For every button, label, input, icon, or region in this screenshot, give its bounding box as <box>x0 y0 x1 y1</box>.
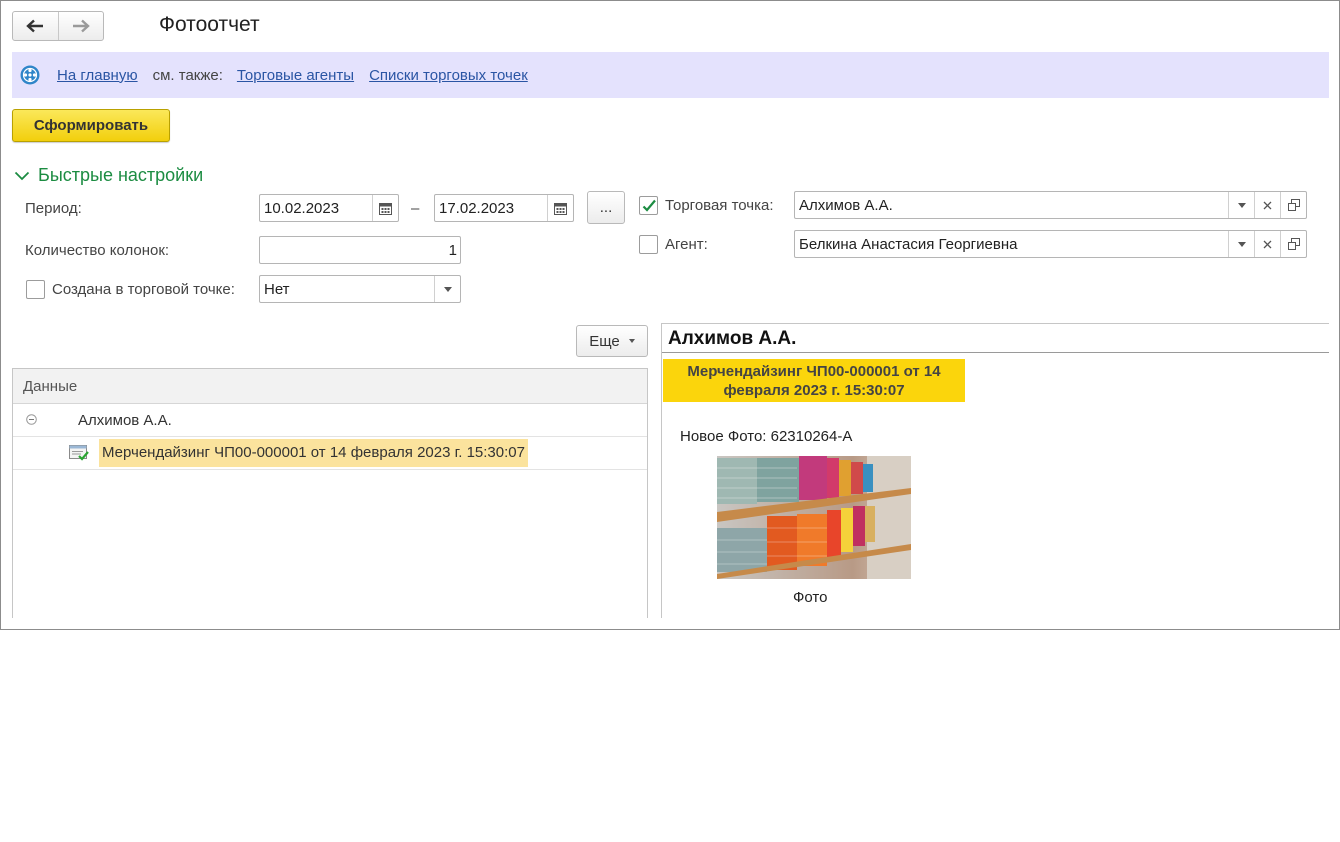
store-checkbox[interactable] <box>639 196 658 215</box>
period-to-value: 17.02.2023 <box>439 199 515 217</box>
document-posted-icon <box>69 445 89 461</box>
more-button-label: Еще <box>589 332 620 350</box>
close-icon <box>1263 240 1272 248</box>
created-in-store-dropdown-button[interactable] <box>434 276 460 302</box>
page-title: Фотоотчет <box>159 13 260 36</box>
report-document-header[interactable]: Мерчендайзинг ЧП00-000001 от 14 февраля … <box>663 359 965 402</box>
store-dropdown-button[interactable] <box>1228 192 1254 218</box>
quick-settings-title: Быстрые настройки <box>38 165 204 185</box>
store-label: Торговая точка: <box>665 197 774 214</box>
created-in-store-select[interactable]: Нет <box>259 275 461 303</box>
period-from-field[interactable]: 10.02.2023 <box>259 194 399 222</box>
report-divider <box>662 352 1329 353</box>
created-in-store-label: Создана в торговой точке: <box>52 281 235 298</box>
photo-caption: Фото <box>793 589 828 606</box>
dropdown-arrow-icon <box>1237 202 1246 208</box>
agent-label: Агент: <box>665 236 708 253</box>
calendar-icon <box>379 202 392 215</box>
agent-field[interactable]: Белкина Анастасия Георгиевна <box>794 230 1307 258</box>
back-button[interactable] <box>13 12 58 40</box>
open-window-icon <box>1287 238 1300 250</box>
store-field[interactable]: Алхимов А.А. <box>794 191 1307 219</box>
agent-dropdown-button[interactable] <box>1228 231 1254 257</box>
close-icon <box>1263 201 1272 209</box>
agent-checkbox[interactable] <box>639 235 658 254</box>
merchandising-photo[interactable] <box>717 456 911 579</box>
see-also-label: см. также: <box>152 66 223 84</box>
calendar-to-button[interactable] <box>547 195 573 221</box>
home-link[interactable]: На главную <box>57 67 138 84</box>
columns-value: 1 <box>448 241 457 259</box>
quick-settings-toggle[interactable]: Быстрые настройки <box>14 165 203 186</box>
dropdown-arrow-icon <box>443 286 452 292</box>
more-button[interactable]: Еще <box>576 325 648 357</box>
store-value: Алхимов А.А. <box>799 196 893 214</box>
arrow-right-icon <box>72 19 90 33</box>
app-logo-icon <box>20 65 40 85</box>
links-panel: На главную см. также: Торговые агенты Сп… <box>12 52 1329 98</box>
report-document-line1: Мерчендайзинг ЧП00-000001 от 14 <box>687 363 941 380</box>
created-in-store-value: Нет <box>264 280 290 298</box>
arrow-left-icon <box>26 19 44 33</box>
table-row[interactable]: Мерчендайзинг ЧП00-000001 от 14 февраля … <box>13 437 647 470</box>
agents-link[interactable]: Торговые агенты <box>237 67 354 84</box>
checkmark-icon <box>642 199 656 212</box>
created-in-store-checkbox[interactable] <box>26 280 45 299</box>
agent-value: Белкина Анастасия Георгиевна <box>799 235 1018 253</box>
chevron-down-icon <box>14 171 30 180</box>
store-open-button[interactable] <box>1280 192 1306 218</box>
calendar-from-button[interactable] <box>372 195 398 221</box>
store-lists-link[interactable]: Списки торговых точек <box>369 67 528 84</box>
report-title: Алхимов А.А. <box>668 328 797 349</box>
generate-button[interactable]: Сформировать <box>12 109 170 142</box>
row-store-name: Алхимов А.А. <box>78 412 172 429</box>
column-header-data: Данные <box>23 377 78 395</box>
columns-label: Количество колонок: <box>25 242 170 259</box>
collapse-icon[interactable] <box>26 414 37 425</box>
table-row[interactable]: Алхимов А.А. <box>13 404 647 437</box>
period-select-button[interactable]: ... <box>587 191 625 224</box>
store-clear-button[interactable] <box>1254 192 1280 218</box>
period-to-field[interactable]: 17.02.2023 <box>434 194 574 222</box>
period-dash: – <box>411 200 420 217</box>
data-tree-table: Данные Алхимов А.А. Мерчендайзинг ЧП00-0… <box>12 368 648 618</box>
report-document-line2: февраля 2023 г. 15:30:07 <box>723 382 905 399</box>
report-window: Фотоотчет На главную см. также: Торговые… <box>0 0 1340 630</box>
navigation-buttons <box>12 11 104 41</box>
open-window-icon <box>1287 199 1300 211</box>
dropdown-arrow-icon <box>628 339 635 343</box>
forward-button[interactable] <box>57 12 104 40</box>
agent-clear-button[interactable] <box>1254 231 1280 257</box>
period-from-value: 10.02.2023 <box>264 199 340 217</box>
new-photo-label: Новое Фото: 62310264-А <box>680 428 853 445</box>
period-label: Период: <box>25 200 82 217</box>
table-header: Данные <box>13 369 647 404</box>
agent-open-button[interactable] <box>1280 231 1306 257</box>
row-document-name: Мерчендайзинг ЧП00-000001 от 14 февраля … <box>99 439 528 467</box>
calendar-icon <box>554 202 567 215</box>
dropdown-arrow-icon <box>1237 241 1246 247</box>
columns-field[interactable]: 1 <box>259 236 461 264</box>
report-panel: Алхимов А.А. Мерчендайзинг ЧП00-000001 о… <box>661 323 1329 618</box>
